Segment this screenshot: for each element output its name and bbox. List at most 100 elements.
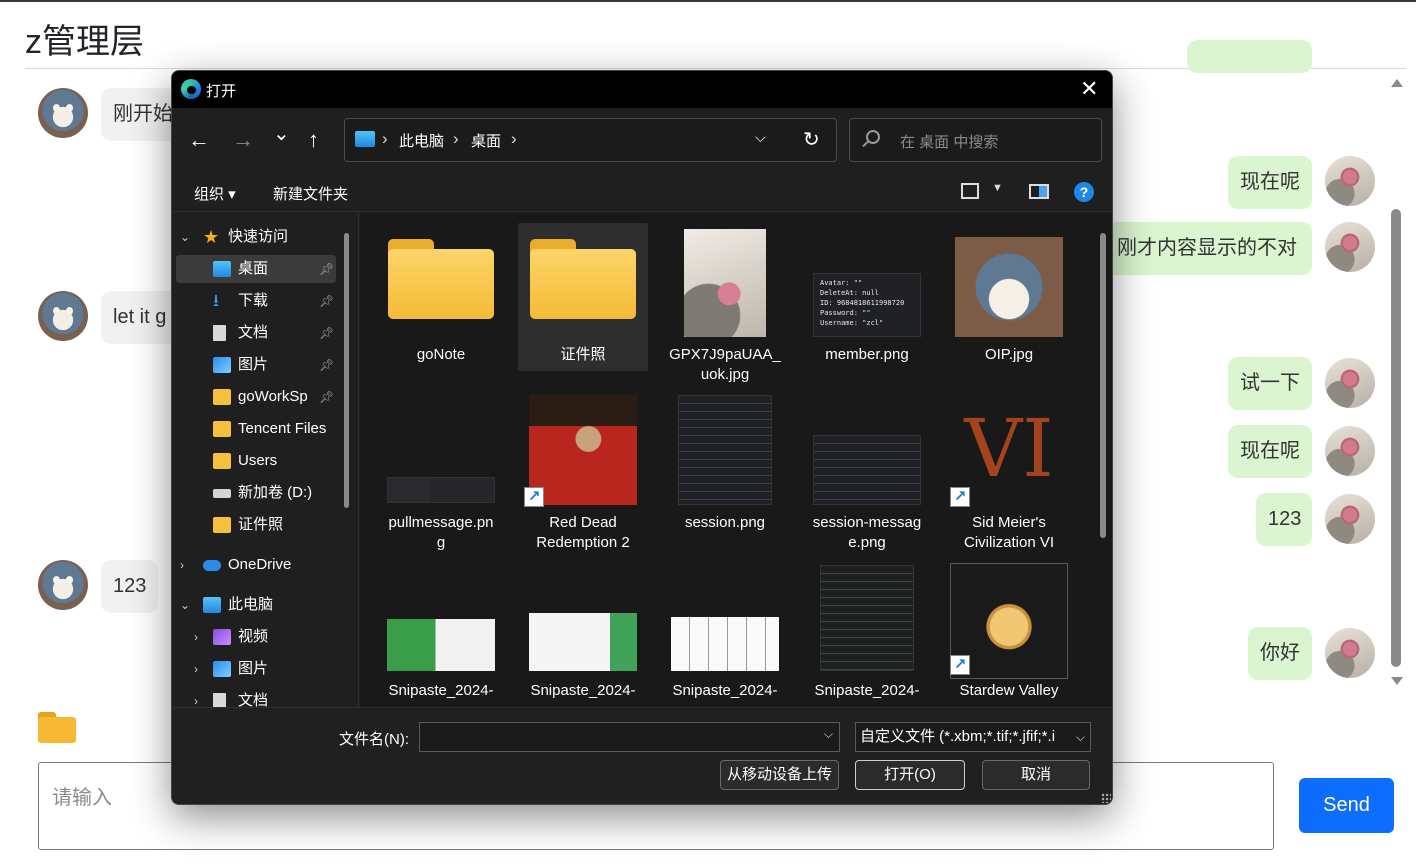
address-bar[interactable]: › 此电脑 › 桌面 › ⌵ ↻ xyxy=(344,118,837,162)
message-bubble-right: 试一下 xyxy=(1228,357,1312,410)
resize-grip-icon[interactable] xyxy=(1101,793,1111,803)
file-name: member.png xyxy=(825,346,909,363)
filename-input[interactable]: ⌵ xyxy=(419,722,840,752)
image-thumbnail xyxy=(387,619,495,671)
sidebar-item-goworksp[interactable]: goWorkSp 📌︎ xyxy=(176,383,336,411)
message-bubble-right: 现在呢 xyxy=(1228,425,1312,478)
open-file-dialog: 打开 ✕ ← → ⌄ ↑ › 此电脑 › 桌面 › ⌵ ↻ 在 桌面 中搜索 组… xyxy=(171,70,1113,805)
navigation-pane-scrollbar[interactable] xyxy=(344,233,349,508)
close-icon[interactable]: ✕ xyxy=(1080,77,1098,101)
file-item-session-message-png[interactable]: session-messag e.png xyxy=(802,391,932,551)
file-name: Snipaste_2024- xyxy=(672,682,778,699)
avatar xyxy=(38,291,88,341)
message-bubble-right: 现在呢 xyxy=(1228,156,1312,209)
file-item-snipaste-2[interactable]: Snipaste_2024- xyxy=(518,559,648,707)
scroll-thumb[interactable] xyxy=(1391,209,1401,667)
forward-arrow-icon[interactable]: → xyxy=(232,126,254,154)
sidebar-item-label: OneDrive xyxy=(228,556,292,573)
file-item-pullmessage-png[interactable]: pullmessage.pn g xyxy=(376,391,506,551)
view-mode-icon[interactable] xyxy=(961,183,979,199)
file-type-filter[interactable]: 自定义文件 (*.xbm;*.tif;*.jfif;*.i ⌵ xyxy=(855,722,1091,752)
chat-scrollbar[interactable] xyxy=(1388,75,1406,687)
address-dropdown-chevron-icon[interactable]: ⌵ xyxy=(755,129,766,146)
chevron-right-icon: › xyxy=(453,129,459,148)
file-item-gpx-jpg[interactable]: GPX7J9paUAA_ uok.jpg xyxy=(660,223,790,383)
edge-browser-icon xyxy=(181,79,201,99)
scroll-up-arrow-icon[interactable] xyxy=(1391,79,1403,87)
file-type-filter-value: 自定义文件 (*.xbm;*.tif;*.jfif;*.i xyxy=(860,728,1056,745)
file-item-snipaste-3[interactable]: Snipaste_2024- xyxy=(660,559,790,707)
sidebar-item-videos[interactable]: › 视频 xyxy=(176,623,336,651)
document-icon xyxy=(213,693,226,707)
preview-pane-icon[interactable] xyxy=(1029,184,1049,199)
sidebar-item-label: 下载 xyxy=(238,292,269,309)
dialog-title: 打开 xyxy=(206,83,237,100)
search-input[interactable]: 在 桌面 中搜索 xyxy=(849,118,1102,162)
star-icon: ★ xyxy=(203,227,220,247)
sidebar-item-users[interactable]: Users xyxy=(176,447,336,475)
file-item-snipaste-4[interactable]: Snipaste_2024- xyxy=(802,559,932,707)
avatar xyxy=(1325,156,1375,206)
image-thumbnail xyxy=(678,395,772,505)
pin-icon: 📌︎ xyxy=(319,390,335,404)
refresh-icon[interactable]: ↻ xyxy=(803,127,820,152)
recent-locations-chevron-icon[interactable]: ⌄ xyxy=(273,120,290,148)
sidebar-item-label: 图片 xyxy=(238,356,269,373)
file-item-id-photo[interactable]: 证件照 xyxy=(518,223,648,371)
open-button[interactable]: 打开(O) xyxy=(855,760,965,790)
shortcut-arrow-icon: ↗ xyxy=(950,655,970,675)
sidebar-item-drive-d[interactable]: 新加卷 (D:) xyxy=(176,479,336,507)
filename-label: 文件名(N): xyxy=(339,731,409,748)
cancel-button[interactable]: 取消 xyxy=(982,760,1090,790)
file-name: session-messag e.png xyxy=(812,514,922,551)
sidebar-item-downloads[interactable]: ⭳ 下载 📌︎ xyxy=(176,287,336,315)
image-thumbnail xyxy=(955,237,1063,337)
sidebar-item-documents[interactable]: 文档 📌︎ xyxy=(176,319,336,347)
avatar xyxy=(1325,222,1375,272)
chevron-down-icon[interactable]: ⌵ xyxy=(824,727,833,742)
image-thumbnail xyxy=(529,395,637,505)
avatar xyxy=(1325,494,1375,544)
file-list-scrollbar[interactable] xyxy=(1100,233,1106,538)
chevron-down-icon: ⌵ xyxy=(1072,723,1085,751)
new-folder-button[interactable]: 新建文件夹 xyxy=(273,183,348,204)
file-name: OIP.jpg xyxy=(984,346,1034,363)
sidebar-item-pc-pictures[interactable]: › 图片 xyxy=(176,655,336,683)
file-item-red-dead-redemption-2[interactable]: ↗ Red Dead Redemption 2 xyxy=(518,391,648,551)
sidebar-item-pictures[interactable]: 图片 📌︎ xyxy=(176,351,336,379)
scroll-down-arrow-icon[interactable] xyxy=(1391,677,1403,685)
sidebar-item-onedrive[interactable]: › OneDrive xyxy=(176,551,336,579)
breadcrumb-desktop[interactable]: 桌面 xyxy=(471,130,501,151)
file-item-stardew-valley[interactable]: ↗ Stardew Valley xyxy=(944,559,1074,707)
send-button[interactable]: Send xyxy=(1299,778,1394,833)
upload-from-mobile-button[interactable]: 从移动设备上传 xyxy=(720,760,839,790)
folder-icon xyxy=(388,239,494,319)
sidebar-item-id-photo[interactable]: 证件照 xyxy=(176,511,336,539)
folder-icon xyxy=(213,421,231,437)
organize-button[interactable]: 组织 ▾ xyxy=(194,183,236,204)
file-item-oip-jpg[interactable]: OIP.jpg xyxy=(944,223,1074,371)
help-icon[interactable]: ? xyxy=(1074,182,1094,202)
folder-upload-icon[interactable] xyxy=(38,712,76,744)
sidebar-item-label: 此电脑 xyxy=(228,596,274,613)
sidebar-item-desktop[interactable]: 桌面 📌︎ xyxy=(176,255,336,283)
breadcrumb-this-pc[interactable]: 此电脑 xyxy=(399,130,444,151)
file-item-gonote[interactable]: goNote xyxy=(376,223,506,371)
view-dropdown-icon[interactable]: ▼ xyxy=(992,182,1003,194)
page-title: z管理层 xyxy=(25,23,144,61)
pin-icon: 📌︎ xyxy=(319,358,335,372)
sidebar-item-pc-documents[interactable]: › 文档 xyxy=(176,687,336,707)
image-thumbnail xyxy=(671,617,779,671)
sidebar-item-tencent-files[interactable]: Tencent Files xyxy=(176,415,336,443)
file-item-civilization-vi[interactable]: VI ↗ Sid Meier's Civilization VI xyxy=(944,391,1074,551)
avatar xyxy=(38,560,88,610)
file-item-snipaste-1[interactable]: Snipaste_2024- xyxy=(376,559,506,707)
file-item-member-png[interactable]: Avatar: "" DeleteAt: null ID: 9684818611… xyxy=(802,223,932,371)
back-arrow-icon[interactable]: ← xyxy=(188,126,210,154)
drive-icon xyxy=(213,489,231,498)
up-arrow-icon[interactable]: ↑ xyxy=(308,126,319,154)
sidebar-item-this-pc[interactable]: ⌄ 此电脑 xyxy=(176,591,336,619)
sidebar-item-label: Users xyxy=(238,452,278,469)
file-item-session-png[interactable]: session.png xyxy=(660,391,790,539)
sidebar-item-quick-access[interactable]: ⌄ ★ 快速访问 xyxy=(176,223,336,251)
